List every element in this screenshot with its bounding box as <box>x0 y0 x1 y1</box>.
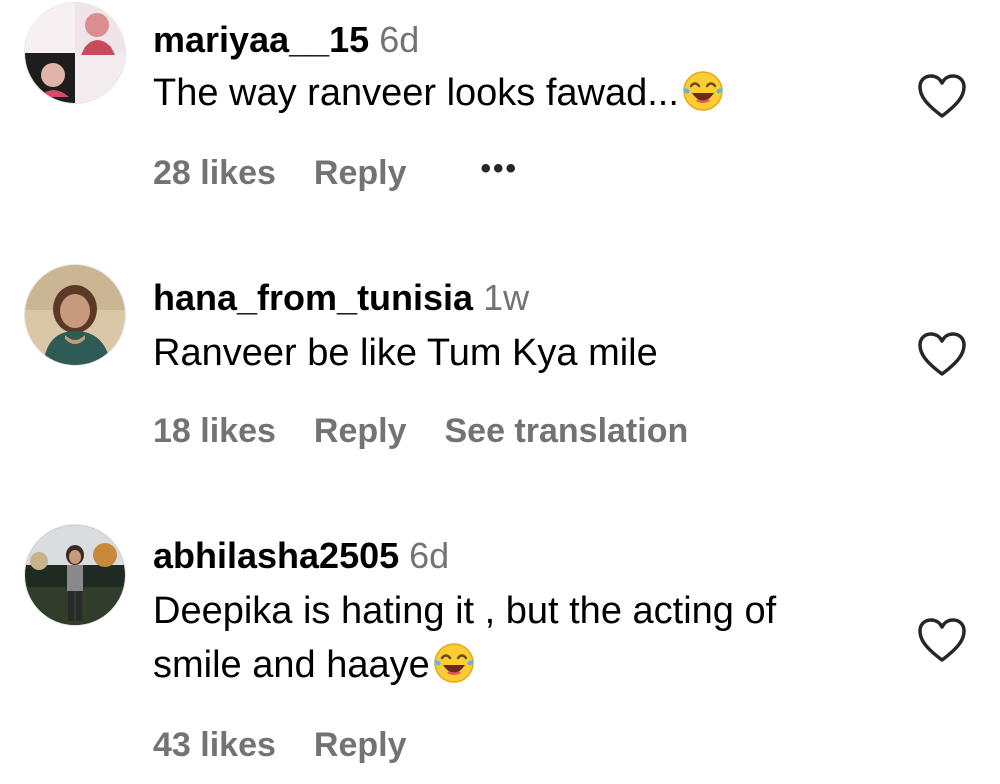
see-translation-button[interactable]: See translation <box>444 412 688 450</box>
face-with-tears-of-joy-icon <box>682 71 723 111</box>
comment-text-body: smile and haaye <box>153 644 430 686</box>
comment-text: The way ranveer looks fawad... <box>153 66 893 120</box>
comment-text: Ranveer be like Tum Kya mile <box>153 326 893 380</box>
username[interactable]: abhilasha2505 <box>153 535 399 576</box>
comment-text-line: smile and haaye <box>153 638 893 692</box>
avatar[interactable] <box>24 264 126 366</box>
avatar[interactable] <box>24 524 126 626</box>
comment-text: Deepika is hating it , but the acting of… <box>153 584 893 692</box>
avatar-image <box>25 3 125 103</box>
heart-outline-icon[interactable] <box>916 72 968 120</box>
likes-count[interactable]: 28 likes <box>153 154 276 192</box>
likes-count[interactable]: 18 likes <box>153 412 276 450</box>
username[interactable]: mariyaa__15 <box>153 19 369 60</box>
timestamp: 6d <box>409 535 450 576</box>
comment-text-body: The way ranveer looks fawad... <box>153 72 679 114</box>
avatar[interactable] <box>24 2 126 104</box>
comment-text-body: Ranveer be like Tum Kya mile <box>153 332 658 374</box>
reply-button[interactable]: Reply <box>314 726 407 764</box>
likes-count[interactable]: 43 likes <box>153 726 276 764</box>
timestamp: 1w <box>483 277 530 318</box>
comment-text-line: Deepika is hating it , but the acting of <box>153 590 777 632</box>
more-options-icon[interactable]: ••• <box>480 154 518 184</box>
username[interactable]: hana_from_tunisia <box>153 277 473 318</box>
timestamp: 6d <box>379 19 420 60</box>
heart-outline-icon[interactable] <box>916 616 968 664</box>
reply-button[interactable]: Reply <box>314 154 407 192</box>
avatar-image <box>25 265 125 365</box>
avatar-image <box>25 525 125 625</box>
heart-outline-icon[interactable] <box>916 330 968 378</box>
reply-button[interactable]: Reply <box>314 412 407 450</box>
face-with-tears-of-joy-icon <box>433 643 474 683</box>
